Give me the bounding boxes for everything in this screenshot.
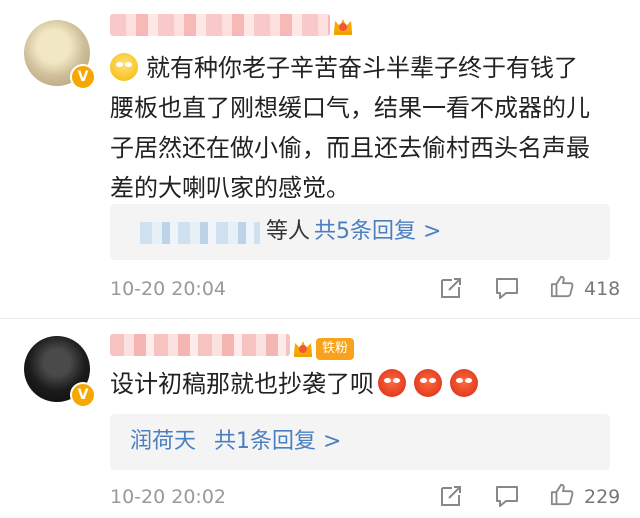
like-count: 418 xyxy=(584,278,621,300)
crown-badge-icon xyxy=(334,19,352,35)
reply-suffix: 等人 xyxy=(266,219,311,244)
username-blurred[interactable] xyxy=(110,14,330,36)
rolling-eyes-emoji-icon xyxy=(110,53,138,81)
timestamp: 10-20 20:02 xyxy=(110,486,227,508)
fan-badge: 铁粉 xyxy=(316,338,355,360)
replier-name-link[interactable]: 润荷天 xyxy=(130,414,196,470)
angry-face-emoji-icon xyxy=(450,369,478,397)
comment-divider xyxy=(0,318,640,319)
comment-text: 就有种你老子辛苦奋斗半辈子终于有钱了 xyxy=(110,48,578,88)
like-icon[interactable] xyxy=(548,482,576,506)
view-replies-link[interactable]: 共5条回复 > xyxy=(314,204,441,260)
share-icon[interactable] xyxy=(438,484,464,508)
replies-preview[interactable]: 等人 共5条回复 > xyxy=(110,204,610,260)
comment-text-line: 腰板也直了刚想缓口气，结果一看不成器的儿 xyxy=(110,94,590,122)
like-icon[interactable] xyxy=(548,274,576,298)
angry-face-emoji-icon xyxy=(414,369,442,397)
crown-badge-icon xyxy=(294,341,312,357)
share-icon[interactable] xyxy=(438,276,464,300)
comment-icon[interactable] xyxy=(494,276,520,300)
view-replies-link[interactable]: 共1条回复 > xyxy=(214,414,341,470)
verified-badge-icon: V xyxy=(70,382,96,408)
username-blurred[interactable] xyxy=(110,334,290,356)
comment-text-line: 差的大喇叭家的感觉。 xyxy=(110,174,350,202)
replier-names-blurred xyxy=(140,222,260,244)
timestamp: 10-20 20:04 xyxy=(110,278,227,300)
like-count: 229 xyxy=(584,486,621,508)
comment-icon[interactable] xyxy=(494,484,520,508)
comment-text: 设计初稿那就也抄袭了呗 xyxy=(110,364,482,404)
replies-preview[interactable]: 润荷天 共1条回复 > xyxy=(110,414,610,470)
verified-badge-icon: V xyxy=(70,64,96,90)
comment-text-line: 子居然还在做小偷，而且还去偷村西头名声最 xyxy=(110,134,590,162)
angry-face-emoji-icon xyxy=(378,369,406,397)
